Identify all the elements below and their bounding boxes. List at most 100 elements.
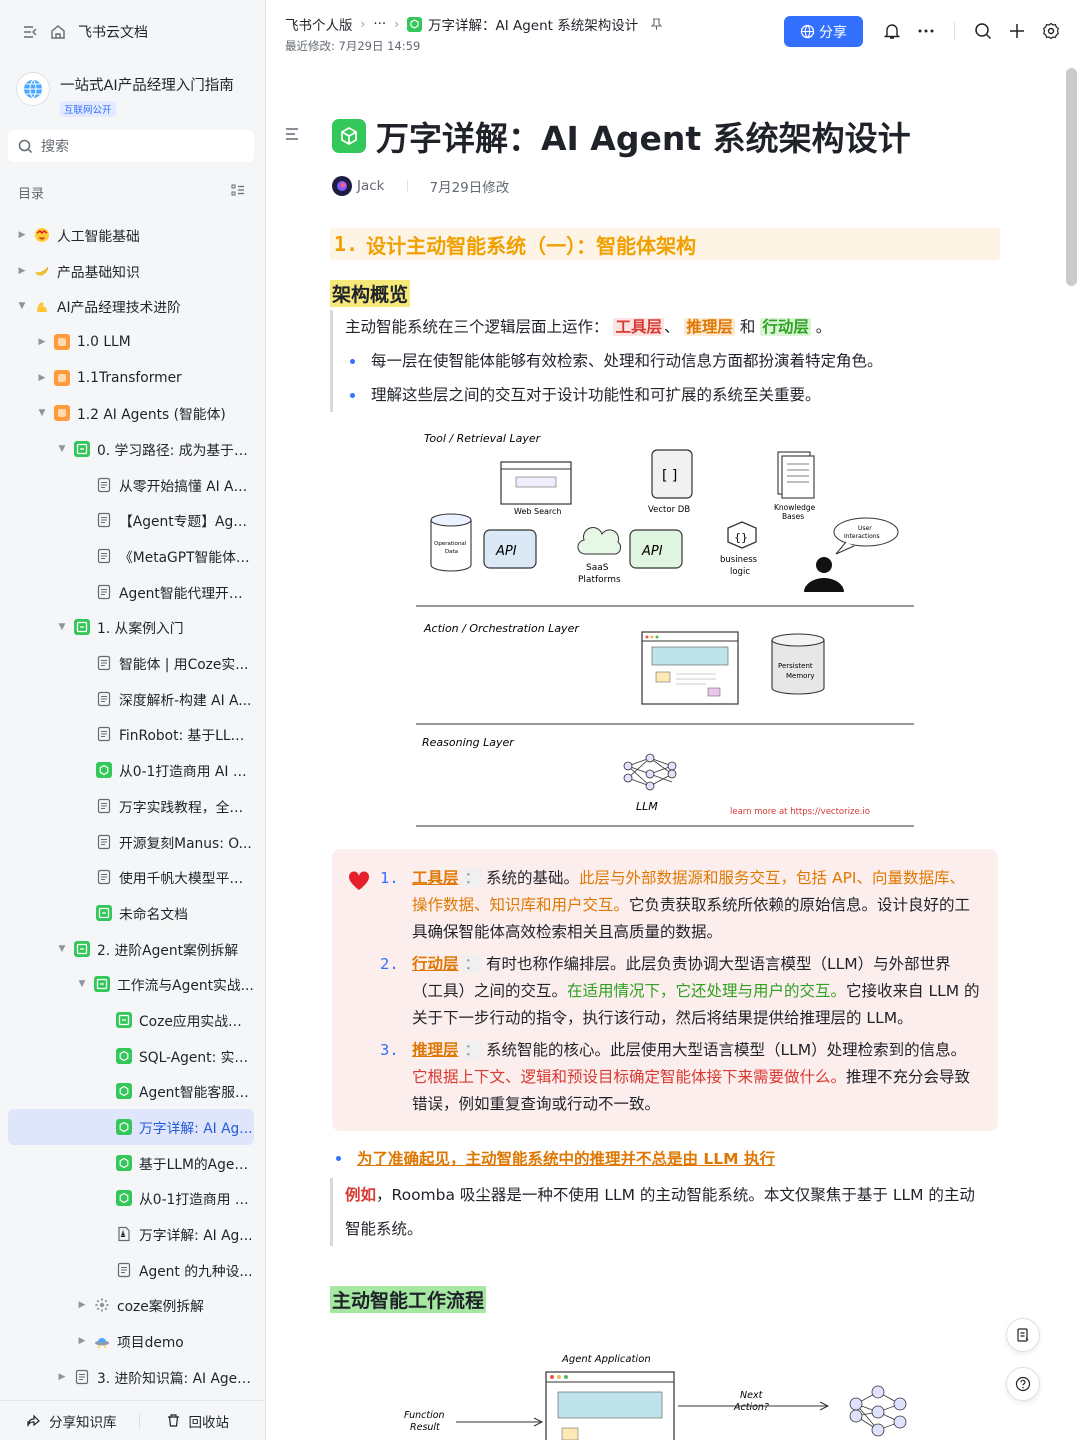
sidebar-item-label: 0. 学习路径: 成为基于A... bbox=[97, 442, 254, 459]
plus-icon[interactable] bbox=[1007, 21, 1027, 41]
sidebar-item-label: 万字详解: AI Ag... bbox=[139, 1121, 253, 1138]
doc-info-button[interactable] bbox=[1006, 1318, 1040, 1352]
share-button[interactable]: 分享 bbox=[784, 16, 863, 47]
sidebar-tree-item[interactable]: 基于LLM的Agent... bbox=[8, 1145, 254, 1181]
persistent-memory-node: Persistent Memory bbox=[771, 633, 825, 695]
sidebar-tree-item[interactable]: ▶ 产品基础知识 bbox=[8, 253, 254, 289]
share-label: 分享 bbox=[819, 24, 847, 41]
and-text: 和 bbox=[739, 318, 756, 336]
knowledge-base-header[interactable]: 一站式AI产品经理入门指南 互联网公开 bbox=[16, 72, 234, 117]
sidebar-item-label: AI产品经理技术进阶 bbox=[57, 300, 181, 317]
collapse-arrow-icon[interactable]: ▼ bbox=[56, 621, 68, 633]
collapse-arrow-icon[interactable]: ▼ bbox=[16, 300, 28, 312]
sidebar-tree-item[interactable]: 万字实践教程，全面... bbox=[8, 788, 254, 824]
chevron-right-icon: › bbox=[360, 17, 366, 31]
sidebar-tree-item[interactable]: Coze应用实战指南 bbox=[8, 1002, 254, 1038]
tool-layer-tag: 工具层 bbox=[412, 869, 459, 887]
sidebar-tree-item[interactable]: 未命名文档 bbox=[8, 895, 254, 931]
action-layer-tag: 行动层 bbox=[412, 955, 459, 973]
sidebar-tree-item[interactable]: 深度解析-构建 AI A... bbox=[8, 681, 254, 717]
expand-arrow-icon[interactable]: ▶ bbox=[36, 336, 48, 348]
scrollbar-thumb[interactable] bbox=[1066, 68, 1077, 286]
sidebar-tree-item[interactable]: ▼ 0. 学习路径: 成为基于A... bbox=[8, 431, 254, 467]
sidebar-tree-item[interactable]: 开源复刻Manus: O... bbox=[8, 824, 254, 860]
sidebar-tree-item[interactable]: ▼ AI产品经理技术进阶 bbox=[8, 288, 254, 324]
collapse-arrow-icon[interactable]: ▼ bbox=[76, 978, 88, 990]
sidebar-tree-item[interactable]: Agent智能客服，... bbox=[8, 1074, 254, 1110]
sidebar-tree-item[interactable]: Agent 的九种设... bbox=[8, 1252, 254, 1288]
sidebar-tree-item[interactable]: 使用千帆大模型平台... bbox=[8, 859, 254, 895]
search-icon[interactable] bbox=[973, 21, 993, 41]
last-modified: 最近修改: 7月29日 14:59 bbox=[285, 39, 421, 53]
sidebar-tree-item[interactable]: ▶ coze案例拆解 bbox=[8, 1288, 254, 1324]
sidebar-item-label: 1.2 AI Agents (智能体) bbox=[77, 407, 226, 424]
recycle-bin-button[interactable]: 回收站 bbox=[140, 1411, 229, 1431]
collapse-sidebar-icon[interactable] bbox=[22, 24, 38, 40]
expand-arrow-icon[interactable]: ▶ bbox=[76, 1299, 88, 1311]
sidebar-tree-item[interactable]: 智能体 | 用Coze实... bbox=[8, 645, 254, 681]
expand-arrow-icon[interactable]: ▶ bbox=[36, 372, 48, 384]
sidebar-tree-item[interactable]: 【Agent专题】Agen... bbox=[8, 503, 254, 539]
sidebar-tree-item[interactable]: FinRobot: 基于LLM... bbox=[8, 717, 254, 753]
expand-arrow-icon[interactable]: ▶ bbox=[16, 265, 28, 277]
collapse-arrow-icon[interactable]: ▼ bbox=[56, 443, 68, 455]
sidebar-item-label: 深度解析-构建 AI A... bbox=[119, 692, 252, 709]
sidebar-tree-item[interactable]: ▶ 人工智能基础 bbox=[8, 217, 254, 253]
arrow-spacer bbox=[76, 586, 90, 598]
doc-modified: 7月29日修改 bbox=[429, 180, 510, 196]
sidebar-tree-item[interactable]: 从零开始搞懂 AI Ag... bbox=[8, 467, 254, 503]
expand-arrow-icon[interactable]: ▶ bbox=[56, 1371, 68, 1383]
help-button[interactable] bbox=[1006, 1367, 1040, 1401]
collapse-arrow-icon[interactable]: ▼ bbox=[36, 407, 48, 419]
chevron-right-icon: › bbox=[394, 17, 399, 31]
data-label: Data bbox=[445, 549, 458, 555]
sidebar-item-label: 1.1Transformer bbox=[77, 369, 182, 386]
crumb-more[interactable]: ··· bbox=[373, 16, 386, 32]
list-view-icon[interactable] bbox=[230, 182, 246, 202]
sidebar-tree-item[interactable]: 从0-1打造商用 A... bbox=[8, 1181, 254, 1217]
sidebar-tree-item[interactable]: ▶ 3. 进阶知识篇: AI Agen... bbox=[8, 1359, 254, 1395]
expand-arrow-icon[interactable]: ▶ bbox=[16, 229, 28, 241]
pin-icon[interactable] bbox=[650, 17, 663, 31]
expand-arrow-icon[interactable]: ▶ bbox=[76, 1335, 88, 1347]
sidebar-tree-item[interactable]: Agent智能代理开发... bbox=[8, 574, 254, 610]
doc-icon bbox=[116, 1262, 132, 1278]
sidebar-tree-item[interactable]: ▼ 工作流与Agent实战... bbox=[8, 966, 254, 1002]
sidebar-tree-item[interactable]: ▼ 1. 从案例入门 bbox=[8, 610, 254, 646]
more-icon[interactable] bbox=[916, 21, 936, 41]
sidebar-home[interactable]: 飞书云文档 bbox=[22, 22, 148, 42]
share-kb-button[interactable]: 分享知识库 bbox=[0, 1411, 117, 1431]
bell-icon[interactable] bbox=[882, 21, 902, 41]
crumb-root[interactable]: 飞书个人版 bbox=[285, 14, 353, 34]
sidebar-tree-item[interactable]: ▶ 项目demo bbox=[8, 1323, 254, 1359]
outline-toggle-icon[interactable] bbox=[284, 126, 300, 146]
callout-item-1: 1. 工具层：系统的基础。此层与外部数据源和服务交互，包括 API、向量数据库、… bbox=[380, 865, 980, 946]
sidebar-tree-item[interactable]: ▶ 1.0 LLM bbox=[8, 324, 254, 360]
item-highlight: 在适用情况下，它还处理与用户的交互。 bbox=[567, 982, 847, 1000]
sidebar-item-label: FinRobot: 基于LLM... bbox=[119, 728, 254, 745]
arrow-spacer bbox=[96, 1121, 110, 1133]
avatar[interactable] bbox=[332, 176, 352, 196]
crumb-current[interactable]: 万字详解：AI Agent 系统架构设计 bbox=[428, 14, 638, 34]
sidebar-tree-item[interactable]: SQL-Agent: 实现... bbox=[8, 1038, 254, 1074]
green-board-icon bbox=[96, 904, 112, 921]
knowledge-bases-node: Knowledge Bases bbox=[774, 451, 816, 521]
sidebar-tree-item[interactable]: ▼ 2. 进阶Agent案例拆解 bbox=[8, 931, 254, 967]
green-board-icon bbox=[116, 1011, 132, 1028]
public-badge: 互联网公开 bbox=[60, 101, 116, 117]
collapse-arrow-icon[interactable]: ▼ bbox=[56, 943, 68, 955]
toc-header: 目录 bbox=[18, 182, 246, 202]
doc-icon bbox=[96, 548, 112, 564]
sidebar-tree-item[interactable]: 从0-1打造商用 AI A... bbox=[8, 752, 254, 788]
sidebar-tree-item[interactable]: 《MetaGPT智能体开... bbox=[8, 538, 254, 574]
sidebar-tree-item[interactable]: ▼ 1.2 AI Agents (智能体) bbox=[8, 395, 254, 431]
overview-quote: 主动智能系统在三个逻辑层面上运作： 工具层、 推理层 和 行动层 。 每一层在使… bbox=[330, 310, 1000, 412]
colon: ： bbox=[462, 869, 483, 887]
search-input[interactable]: 搜索 bbox=[8, 130, 254, 162]
sidebar-tree-item[interactable]: ▶ 1.1Transformer bbox=[8, 360, 254, 396]
settings-gear-icon[interactable] bbox=[1041, 21, 1061, 41]
orange-app-icon bbox=[54, 369, 70, 386]
sidebar-tree-item[interactable]: 万字详解: AI Ag... bbox=[8, 1216, 254, 1252]
sidebar-tree-item[interactable]: 万字详解: AI Ag... bbox=[8, 1109, 254, 1145]
author-name[interactable]: Jack bbox=[357, 178, 385, 194]
